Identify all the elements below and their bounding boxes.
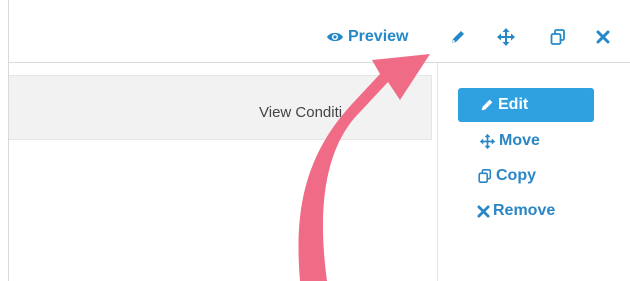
top-toolbar: Preview: [9, 0, 630, 63]
close-icon: [596, 30, 610, 44]
eye-icon: [327, 32, 343, 42]
move-icon-button[interactable]: [496, 24, 516, 50]
editor-frame: Preview View Conditi Edit Move Copy Remo…: [8, 0, 630, 281]
menu-move-label: Move: [499, 132, 540, 149]
copy-icon-button[interactable]: [549, 24, 567, 50]
menu-edit-label: Edit: [498, 96, 529, 113]
menu-divider: [437, 63, 438, 281]
menu-move-item[interactable]: Move: [458, 132, 540, 150]
close-icon-button[interactable]: [596, 24, 610, 50]
menu-copy-label: Copy: [496, 167, 536, 184]
copy-icon: [550, 29, 565, 45]
move-icon: [479, 133, 496, 149]
close-icon: [477, 204, 490, 218]
menu-copy-item[interactable]: Copy: [458, 167, 536, 185]
move-icon: [497, 28, 515, 46]
pencil-icon: [481, 99, 493, 111]
copy-icon: [478, 168, 492, 184]
view-conditions-label: View Conditi: [259, 104, 343, 121]
preview-label: Preview: [348, 28, 409, 45]
menu-remove-item[interactable]: Remove: [458, 202, 555, 220]
preview-button[interactable]: Preview: [326, 24, 408, 50]
menu-remove-label: Remove: [493, 202, 556, 219]
pencil-icon: [452, 31, 464, 43]
edit-icon-button[interactable]: [449, 24, 467, 50]
menu-edit-item[interactable]: Edit: [458, 88, 594, 122]
condition-panel: View Conditi: [9, 75, 432, 140]
